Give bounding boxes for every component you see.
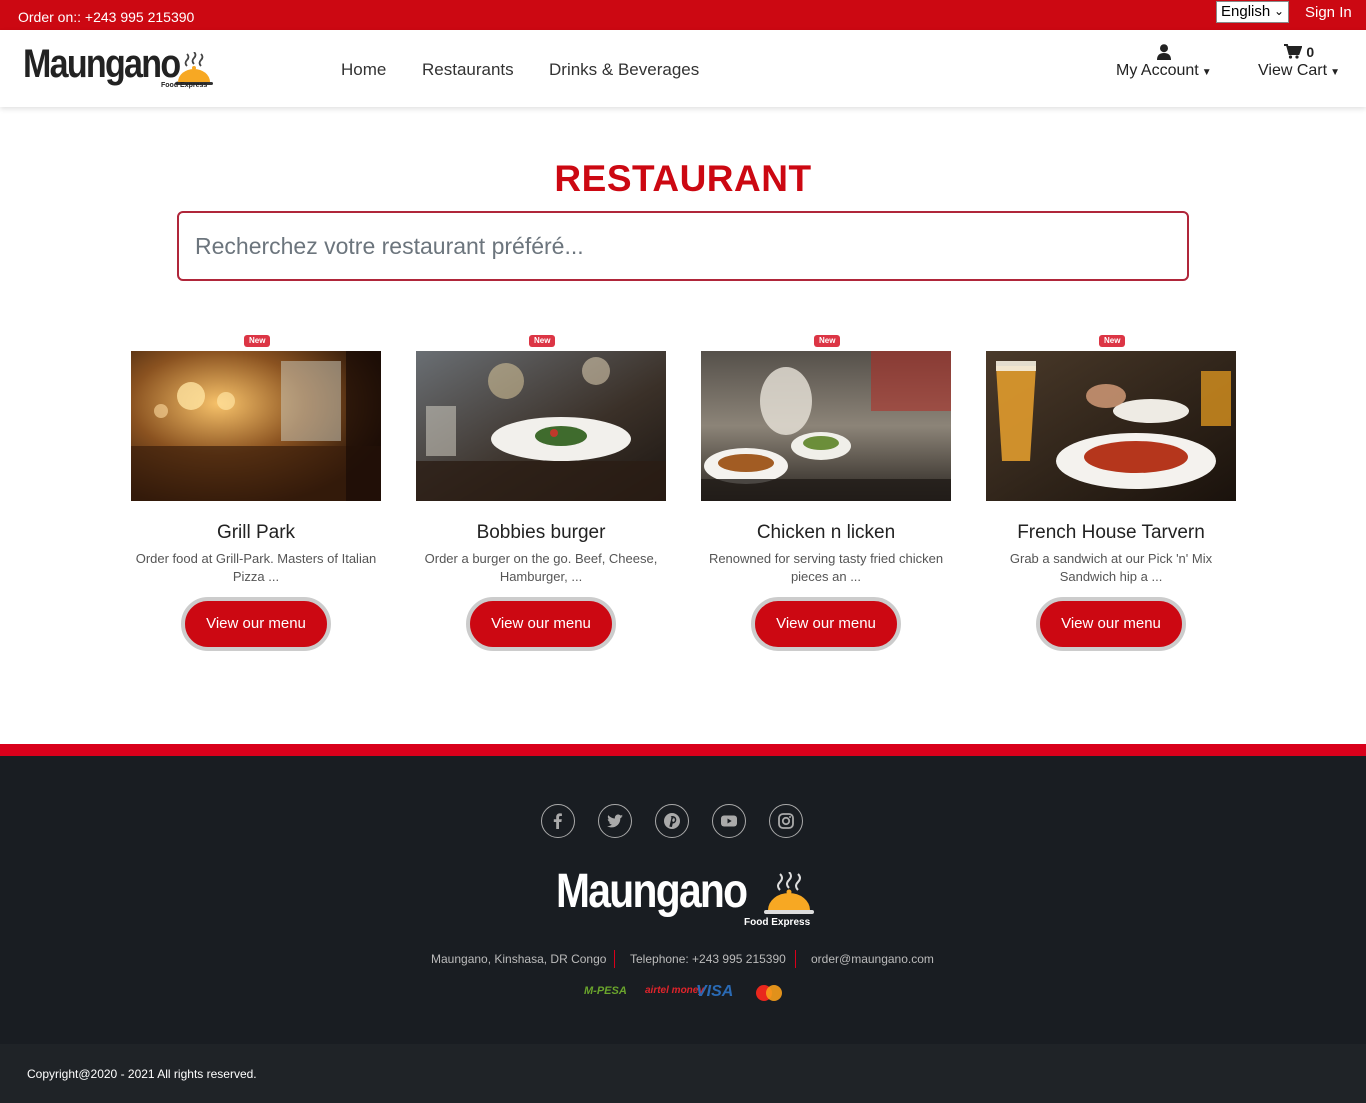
- restaurant-description: Order a burger on the go. Beef, Cheese, …: [424, 551, 658, 584]
- view-cart-dropdown[interactable]: 0 View Cart ▼: [1258, 44, 1340, 80]
- new-badge: New: [814, 335, 841, 347]
- restaurant-photo[interactable]: [701, 351, 951, 501]
- new-badge: New: [244, 335, 271, 347]
- my-account-label: My Account: [1116, 62, 1199, 79]
- order-phone-text: Order on:: +243 995 215390: [18, 9, 195, 25]
- restaurant-name: Grill Park: [216, 522, 296, 543]
- cart-header: 0: [1258, 44, 1340, 62]
- cloche-icon: [175, 52, 213, 85]
- facebook-icon[interactable]: [541, 804, 575, 838]
- mpesa-logo: M-PESA: [584, 985, 627, 997]
- view-menu-button[interactable]: View our menu: [181, 597, 331, 651]
- new-badge: New: [529, 335, 556, 347]
- page-title: RESTAURANT: [554, 158, 812, 199]
- caret-down-icon: ▼: [1201, 67, 1212, 78]
- restaurant-description: Renowned for serving tasty fried chicken…: [708, 551, 944, 584]
- restaurant-description: Grab a sandwich at our Pick 'n' Mix Sand…: [1009, 551, 1213, 584]
- footer-email-link[interactable]: order@maungano.com: [811, 952, 934, 966]
- copyright-text: Copyright@2020 - 2021 All rights reserve…: [27, 1067, 257, 1081]
- divider: [614, 950, 615, 968]
- mastercard-logo: [754, 984, 784, 1005]
- restaurant-photo[interactable]: [131, 351, 381, 501]
- top-bar: Order on:: +243 995 215390 English ⌄ Sig…: [0, 0, 1366, 30]
- view-cart-label: View Cart: [1258, 62, 1328, 79]
- brand-name: Maungano: [23, 42, 181, 86]
- brand-tagline: Food Express: [161, 82, 208, 89]
- footer-telephone: Telephone: +243 995 215390: [630, 952, 786, 966]
- footer-brand-logo: Maungano Food Express: [556, 862, 816, 932]
- restaurant-photo[interactable]: [986, 351, 1236, 501]
- instagram-icon[interactable]: [769, 804, 803, 838]
- restaurant-name: French House Tarvern: [1017, 522, 1205, 543]
- copyright-bar: Copyright@2020 - 2021 All rights reserve…: [0, 1044, 1366, 1103]
- restaurant-name: Bobbies burger: [476, 522, 606, 543]
- footer-brand-tagline: Food Express: [744, 917, 811, 928]
- restaurant-photo[interactable]: [416, 351, 666, 501]
- site-footer: Maungano Food Express Maungano, Kinshasa…: [0, 756, 1366, 1044]
- restaurant-search-input[interactable]: [177, 211, 1189, 281]
- youtube-icon[interactable]: [712, 804, 746, 838]
- shopping-cart-icon: [1283, 44, 1303, 59]
- cart-count: 0: [1306, 44, 1315, 60]
- nav-restaurants[interactable]: Restaurants: [422, 60, 514, 80]
- footer-accent-line: [0, 744, 1366, 756]
- nav-home[interactable]: Home: [341, 60, 386, 80]
- twitter-icon[interactable]: [598, 804, 632, 838]
- restaurant-name: Chicken n licken: [756, 522, 896, 543]
- nav-drinks-beverages[interactable]: Drinks & Beverages: [549, 60, 699, 80]
- visa-logo: VISA: [696, 983, 734, 1000]
- view-menu-button[interactable]: View our menu: [466, 597, 616, 651]
- pinterest-icon[interactable]: [655, 804, 689, 838]
- chevron-down-icon: ⌄: [1273, 4, 1284, 18]
- main-header: Maungano Food Express Home Restaurants D…: [0, 30, 1366, 107]
- user-icon: [1116, 44, 1212, 62]
- new-badge: New: [1099, 335, 1126, 347]
- divider: [795, 950, 796, 968]
- cloche-icon: [764, 872, 814, 914]
- caret-down-icon: ▼: [1330, 67, 1340, 78]
- my-account-dropdown[interactable]: My Account ▼: [1116, 44, 1212, 80]
- view-menu-button[interactable]: View our menu: [751, 597, 901, 651]
- footer-brand-name: Maungano: [556, 865, 748, 918]
- language-selected-value: English: [1221, 3, 1271, 20]
- language-select[interactable]: English ⌄: [1216, 1, 1289, 23]
- view-menu-button[interactable]: View our menu: [1036, 597, 1186, 651]
- sign-in-link[interactable]: Sign In: [1305, 4, 1352, 21]
- brand-logo[interactable]: Maungano Food Express: [23, 42, 213, 92]
- restaurant-description: Order food at Grill-Park. Masters of Ita…: [135, 551, 377, 584]
- footer-address: Maungano, Kinshasa, DR Congo: [431, 952, 607, 966]
